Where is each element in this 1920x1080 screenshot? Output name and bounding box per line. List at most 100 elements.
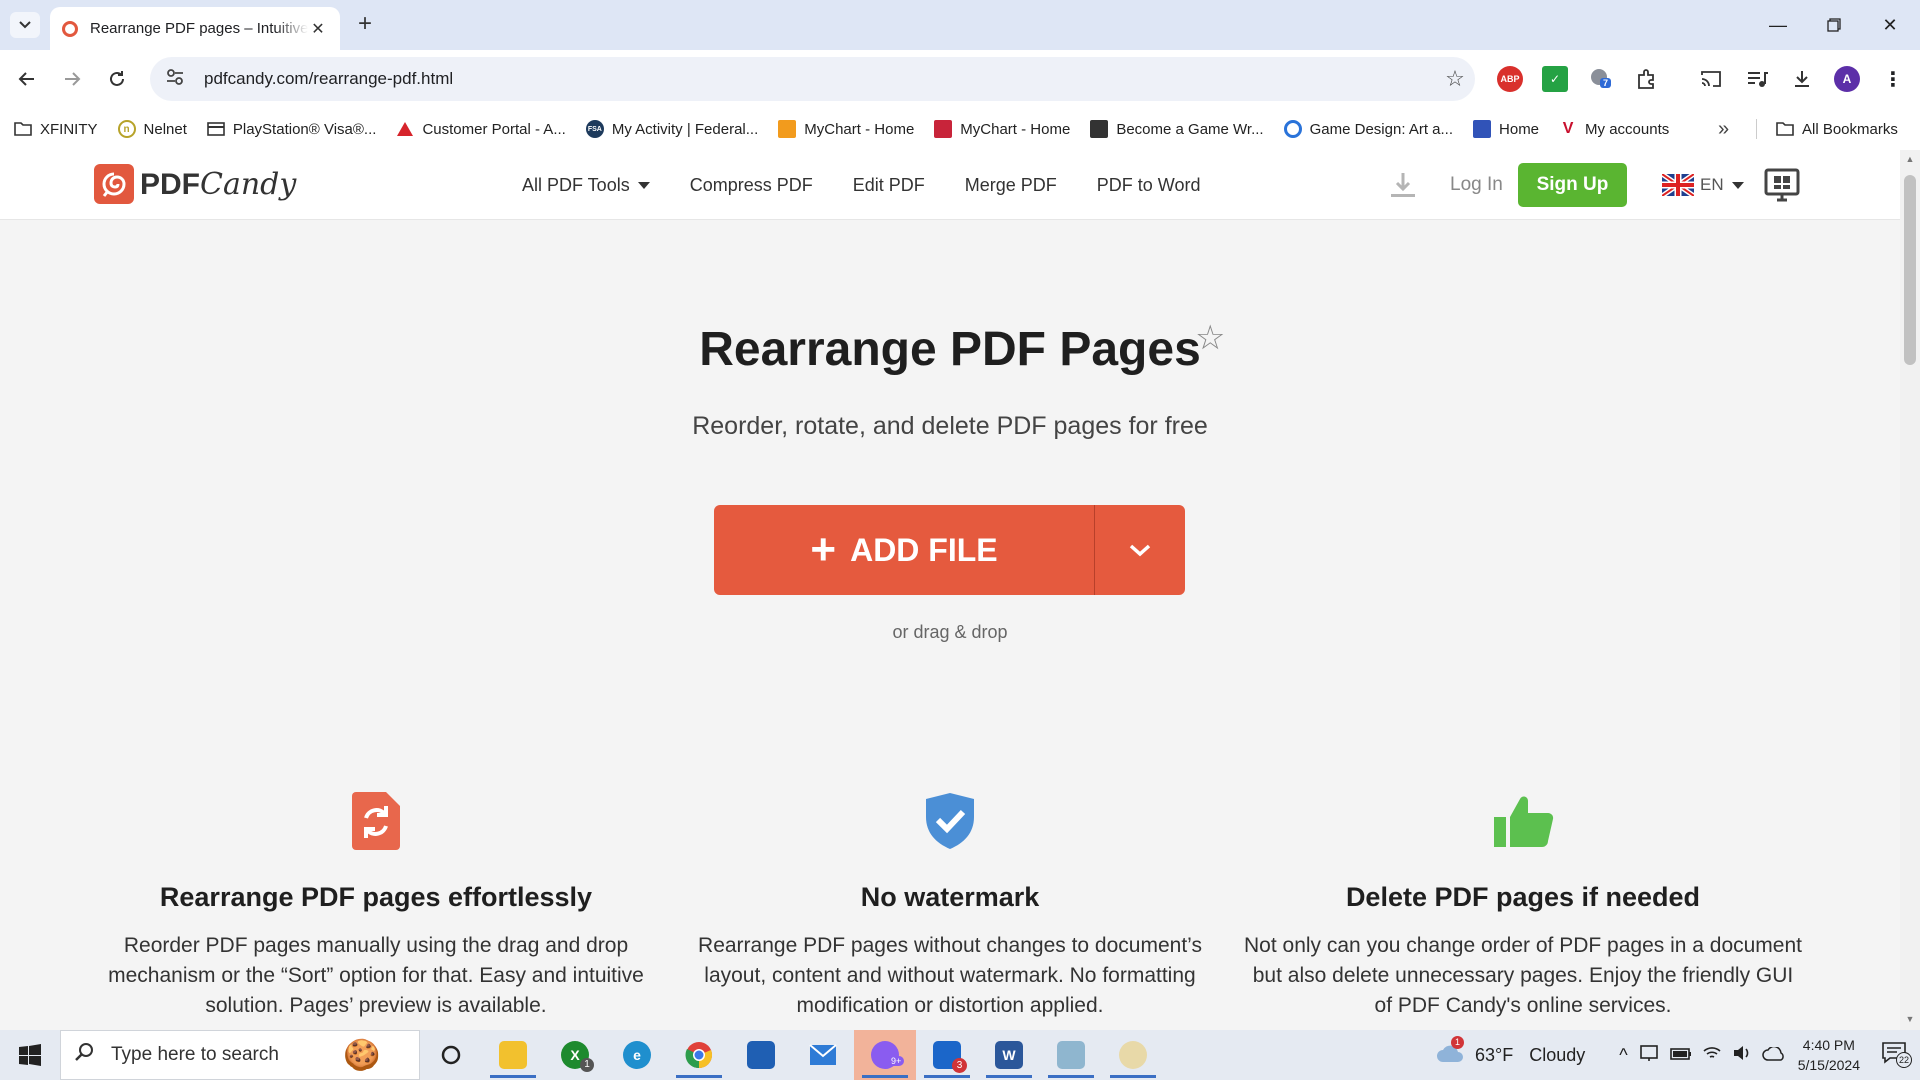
bookmark-star-icon[interactable]: ☆ — [1435, 66, 1475, 92]
nav-merge-pdf[interactable]: Merge PDF — [965, 175, 1057, 196]
main-nav: All PDF Tools Compress PDF Edit PDF Merg… — [522, 150, 1241, 220]
bookmark-home[interactable]: Home — [1473, 120, 1539, 138]
weather-badge: 1 — [1451, 1035, 1464, 1049]
all-bookmarks-button[interactable]: All Bookmarks — [1776, 108, 1898, 150]
clock[interactable]: 4:40 PM 5/15/2024 — [1798, 1035, 1860, 1075]
chevron-up-icon[interactable]: ^ — [1619, 1045, 1627, 1066]
site-header: PDFCandy All PDF Tools Compress PDF Edit… — [0, 150, 1900, 220]
more-bookmarks-button[interactable]: » — [1718, 108, 1729, 150]
extensions-puzzle-icon[interactable] — [1634, 66, 1660, 92]
site-settings-icon[interactable] — [166, 68, 188, 90]
file-explorer-app[interactable] — [482, 1030, 544, 1080]
address-bar[interactable]: pdfcandy.com/rearrange-pdf.html ☆ — [150, 57, 1475, 101]
tab-search-button[interactable] — [10, 12, 40, 38]
bookmark-mychart-2[interactable]: MyChart - Home — [934, 120, 1070, 138]
card-icon — [207, 120, 225, 138]
xbox-app[interactable]: X 1 — [544, 1030, 606, 1080]
paint-app[interactable] — [1102, 1030, 1164, 1080]
mail-app[interactable] — [792, 1030, 854, 1080]
arrow-left-icon — [18, 72, 34, 86]
search-icon — [75, 1042, 95, 1068]
search-placeholder: Type here to search — [111, 1044, 279, 1065]
back-button[interactable] — [10, 62, 44, 96]
chat-extension-icon[interactable]: 7 — [1587, 66, 1613, 92]
weather-widget[interactable]: 1 — [1435, 1035, 1465, 1069]
bookmark-xfinity[interactable]: XFINITY — [14, 120, 98, 138]
signup-button[interactable]: Sign Up — [1518, 163, 1627, 207]
chrome-app[interactable] — [668, 1030, 730, 1080]
word-app[interactable]: W — [978, 1030, 1040, 1080]
battery-icon[interactable] — [1669, 1045, 1692, 1066]
cast-icon[interactable] — [1698, 66, 1724, 92]
wifi-icon[interactable] — [1702, 1045, 1722, 1066]
start-button[interactable] — [0, 1030, 60, 1080]
kebab-menu-icon[interactable]: ⋮ — [1880, 66, 1906, 92]
nav-pdf-to-word[interactable]: PDF to Word — [1097, 175, 1201, 196]
volume-icon[interactable] — [1732, 1045, 1752, 1066]
reload-button[interactable] — [100, 62, 134, 96]
onedrive-icon[interactable] — [1762, 1045, 1786, 1066]
scroll-thumb[interactable] — [1904, 175, 1916, 365]
restore-button[interactable] — [1806, 0, 1862, 50]
adblock-plus-icon[interactable]: ABP — [1497, 66, 1523, 92]
bookmark-label: MyChart - Home — [804, 120, 915, 138]
feature-title: No watermark — [860, 882, 1040, 912]
new-tab-button[interactable]: + — [350, 10, 380, 40]
store-app[interactable] — [730, 1030, 792, 1080]
tab-close-icon[interactable]: ✕ — [308, 19, 328, 39]
task-view-button[interactable] — [420, 1030, 482, 1080]
add-file-control: + ADD FILE — [714, 505, 1185, 595]
scroll-up-arrow-icon[interactable]: ▲ — [1900, 154, 1920, 164]
close-window-button[interactable]: ✕ — [1862, 0, 1918, 50]
media-control-icon[interactable] — [1744, 66, 1770, 92]
messenger-app[interactable]: 9+ — [854, 1030, 916, 1080]
weather-temp: 63°F — [1475, 1044, 1514, 1065]
notification-center-icon[interactable]: 22 — [1882, 1041, 1912, 1069]
pdfcandy-logo[interactable]: PDFCandy — [94, 164, 296, 204]
nav-edit-pdf[interactable]: Edit PDF — [853, 175, 925, 196]
bookmark-game-writer[interactable]: Become a Game Wr... — [1090, 120, 1264, 138]
edge-app[interactable]: e — [606, 1030, 668, 1080]
bookmark-my-accounts[interactable]: V My accounts — [1559, 120, 1670, 138]
bookmark-federal-activity[interactable]: FSA My Activity | Federal... — [585, 120, 758, 138]
logo-text: PDFCandy — [140, 166, 297, 202]
nav-all-pdf-tools[interactable]: All PDF Tools — [522, 175, 650, 196]
page-scrollbar[interactable]: ▲ ▼ — [1900, 150, 1920, 1030]
outlook-app[interactable]: 3 — [916, 1030, 978, 1080]
nelnet-icon: n — [117, 120, 136, 138]
language-selector[interactable]: EN — [1662, 150, 1744, 220]
desktop-app-icon[interactable] — [1764, 150, 1800, 220]
browser-toolbar: pdfcandy.com/rearrange-pdf.html ☆ ABP ✓ … — [0, 50, 1920, 108]
login-link[interactable]: Log In — [1450, 150, 1503, 220]
fsa-icon: FSA — [585, 120, 604, 138]
download-app-icon[interactable] — [1388, 150, 1418, 220]
bookmark-playstation-visa[interactable]: PlayStation® Visa®... — [207, 120, 376, 138]
notepad-app[interactable] — [1040, 1030, 1102, 1080]
chevron-down-icon — [19, 21, 31, 29]
bookmark-mychart-1[interactable]: MyChart - Home — [778, 120, 914, 138]
profile-card-icon — [1090, 120, 1109, 138]
meet-now-icon[interactable] — [1639, 1044, 1660, 1067]
tab-strip: Rearrange PDF pages – Intuitive ✕ + — ✕ — [0, 0, 1920, 50]
nav-compress-pdf[interactable]: Compress PDF — [690, 175, 813, 196]
system-tray: 1 63°F Cloudy ^ 4:40 PM 5/15/2024 22 — [1435, 1030, 1920, 1080]
scroll-down-arrow-icon[interactable]: ▼ — [1900, 1014, 1920, 1024]
bookmark-game-design[interactable]: Game Design: Art a... — [1283, 120, 1453, 138]
taskbar-search-box[interactable]: Type here to search 🍪 — [60, 1030, 420, 1080]
bookmark-nelnet[interactable]: n Nelnet — [117, 120, 187, 138]
checkmark-extension-icon[interactable]: ✓ — [1542, 66, 1568, 92]
profile-avatar[interactable]: A — [1834, 66, 1860, 92]
add-file-source-dropdown[interactable] — [1095, 505, 1185, 595]
windows-logo-icon — [19, 1044, 41, 1066]
bookmark-customer-portal[interactable]: Customer Portal - A... — [396, 120, 566, 138]
favorite-star-icon[interactable]: ☆ — [1195, 318, 1225, 358]
edge-icon: e — [623, 1041, 651, 1069]
browser-tab-active[interactable]: Rearrange PDF pages – Intuitive ✕ — [50, 7, 340, 50]
forward-button[interactable] — [55, 62, 89, 96]
add-file-button[interactable]: + ADD FILE — [714, 505, 1094, 595]
v-icon: V — [1562, 120, 1574, 137]
minimize-button[interactable]: — — [1750, 0, 1806, 50]
downloads-icon[interactable] — [1789, 66, 1815, 92]
url-text[interactable]: pdfcandy.com/rearrange-pdf.html — [204, 69, 1435, 89]
bookmarks-bar: XFINITY n Nelnet PlayStation® Visa®... C… — [0, 108, 1920, 150]
